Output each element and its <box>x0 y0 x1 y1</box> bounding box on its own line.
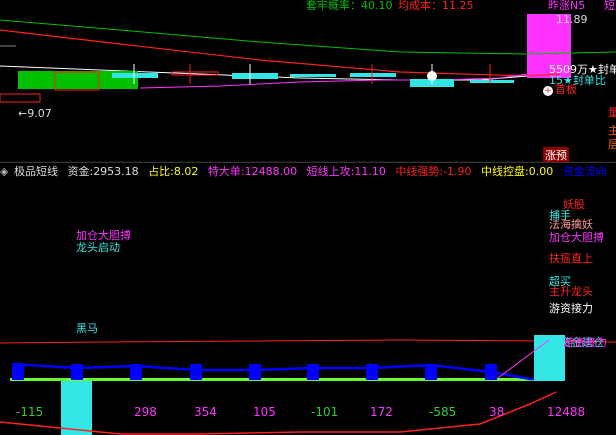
mid-control-value: 0.00 <box>528 165 554 178</box>
candle-flat-3 <box>232 73 278 79</box>
signal-add-position-right: 加仓大胆搏 <box>549 231 604 244</box>
first-board-badge: + 首板 <box>543 83 577 96</box>
price-high-label: 11.89 <box>556 13 588 26</box>
bar-4 <box>190 364 202 380</box>
indicator-name[interactable]: 极品短线 <box>14 165 58 178</box>
short-attack-label: 短线上攻: <box>306 165 355 178</box>
bar-value-label: 298 <box>134 405 157 419</box>
signal-dark-horse: 黑马 <box>76 322 98 335</box>
signal-main-rise-leader: 主升龙头 <box>549 285 593 298</box>
candle-flat-7 <box>470 80 514 83</box>
first-board-icon: + <box>543 86 553 96</box>
ratio-label: 占比: <box>148 165 174 178</box>
candle-flat-1 <box>112 73 158 78</box>
bar-6 <box>307 364 319 380</box>
signal-hot-money-relay-2: 游资接力 <box>563 336 607 349</box>
indicator-header: ◈ 极品短线 资金:2953.18 占比:8.02 特大单:12488.00 短… <box>0 162 616 181</box>
price-low-label: ←9.07 <box>18 107 52 120</box>
mid-strength-value: -1.90 <box>443 165 472 178</box>
bar-value-label: 172 <box>370 405 393 419</box>
marker-circle <box>427 71 437 81</box>
bar-value-label: 12488 <box>547 405 585 419</box>
bar-value-label: -585 <box>429 405 456 419</box>
mid-strength-label: 中线强势: <box>395 165 444 178</box>
bar-2 <box>61 381 92 435</box>
bar-value-label: 354 <box>194 405 217 419</box>
bar-value-label: 38 <box>489 405 504 419</box>
bar-1 <box>12 364 24 380</box>
trend-line <box>11 362 555 381</box>
collapse-icon[interactable]: ◈ <box>0 165 8 178</box>
baseline-band <box>10 378 555 381</box>
fund-value: 2953.18 <box>93 165 139 178</box>
short-attack-value: 11.10 <box>354 165 386 178</box>
avg-cost-label: 均成本：11.25 <box>398 0 474 12</box>
ma-line-long <box>0 19 616 55</box>
bar-2 <box>71 364 83 380</box>
fund-label: 资金: <box>67 165 94 178</box>
big-order-value: 12488.00 <box>244 165 298 178</box>
rise-forecast-tag[interactable]: 涨预 <box>543 147 569 163</box>
corner-extra-label: 短 <box>604 0 615 12</box>
signal-soar: 扶摇直上 <box>549 252 593 265</box>
trail-label: 资金流向 <box>562 165 607 178</box>
bar-5 <box>249 364 261 380</box>
candle-hollow-1 <box>0 93 41 103</box>
bar-value-label: 105 <box>253 405 276 419</box>
candle-flat-5 <box>350 73 396 77</box>
trap-probability-label: 套牢概率：40.10 <box>306 0 393 12</box>
side-char-3: 层 <box>608 138 616 151</box>
corner-label: 昨涨N5 <box>548 0 586 12</box>
stock-chart-canvas[interactable]: -115 298 354 105 -101 172 -585 38 12488 <box>0 0 616 435</box>
bar-value-label: -115 <box>16 405 43 419</box>
signal-leader-start: 龙头启动 <box>76 241 120 254</box>
ratio-value: 8.02 <box>173 165 199 178</box>
bar-7 <box>366 364 378 380</box>
candle-flat-4 <box>290 74 336 77</box>
big-order-label: 特大单: <box>207 165 245 178</box>
mid-control-label: 中线控盘: <box>481 165 529 178</box>
resistance-line <box>0 339 616 344</box>
bar-value-label: -101 <box>311 405 338 419</box>
signal-hot-money-relay: 游资接力 <box>549 302 593 315</box>
side-char-1: 量 <box>608 106 616 119</box>
